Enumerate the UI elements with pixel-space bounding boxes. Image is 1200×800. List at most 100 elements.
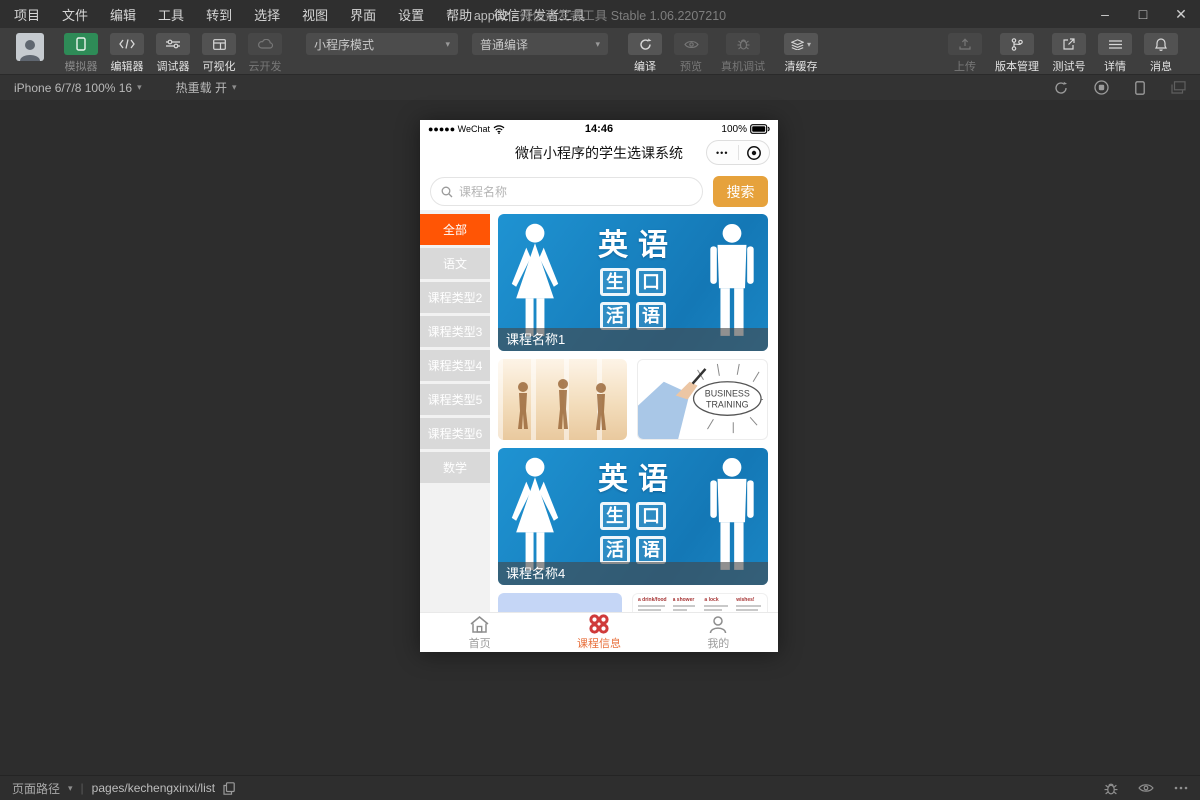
tab-home[interactable]: 首页 [420, 613, 539, 652]
category-type4[interactable]: 课程类型4 [420, 350, 490, 381]
chevron-down-icon: ▾ [445, 39, 450, 50]
menu-project[interactable]: 项目 [14, 5, 40, 24]
eye-icon[interactable] [1138, 783, 1154, 793]
menu-devtools[interactable]: 微信开发者工具 [494, 5, 585, 24]
editor-canvas: ●●●●● WeChat 14:46 100% 微信小程序的学生选课系统 ••• [0, 100, 1200, 775]
rotate-icon[interactable] [1054, 81, 1068, 95]
phone-icon [76, 37, 86, 51]
external-link-icon [1063, 38, 1075, 50]
course-card-3[interactable]: BUSINESS TRAINING [637, 359, 768, 440]
search-icon [441, 186, 453, 198]
svg-text:BUSINESS: BUSINESS [705, 389, 750, 399]
git-branch-icon [1011, 38, 1023, 51]
category-type3[interactable]: 课程类型3 [420, 316, 490, 347]
copy-icon[interactable] [223, 782, 235, 795]
exit-button[interactable] [739, 145, 770, 161]
menu-view[interactable]: 视图 [302, 5, 328, 24]
editor-toggle[interactable]: 编辑器 [104, 33, 150, 74]
business-training-art: BUSINESS TRAINING [638, 360, 767, 439]
close-button[interactable]: ✕ [1162, 0, 1200, 28]
menu-tools[interactable]: 工具 [158, 5, 184, 24]
record-icon[interactable] [1094, 80, 1109, 95]
tab-bar: 首页 课程信息 我的 [420, 612, 778, 652]
course-caption: 课程名称1 [498, 328, 768, 351]
multi-window-icon [1171, 81, 1186, 94]
code-icon [119, 39, 135, 49]
category-math[interactable]: 数学 [420, 452, 490, 483]
person-icon [19, 37, 41, 61]
menu-settings[interactable]: 设置 [398, 5, 424, 24]
category-type5[interactable]: 课程类型5 [420, 384, 490, 415]
device-select[interactable]: iPhone 6/7/8 100% 16 ▾ [14, 81, 142, 95]
remote-debug-button: 真机调试 [714, 33, 772, 74]
clover-grid-icon [588, 614, 610, 634]
home-icon [469, 615, 490, 634]
page-path-value: pages/kechengxinxi/list [92, 781, 215, 795]
category-chinese[interactable]: 语文 [420, 248, 490, 279]
tab-profile[interactable]: 我的 [659, 613, 778, 652]
svg-text:TRAINING: TRAINING [706, 399, 749, 409]
course-card-2[interactable] [498, 359, 627, 440]
menu-bar: 项目 文件 编辑 工具 转到 选择 视图 界面 设置 帮助 微信开发者工具 ap… [0, 0, 1200, 28]
upload-button: 上传 [942, 33, 988, 74]
target-icon [746, 145, 762, 161]
compile-button[interactable]: 编译 [622, 33, 668, 74]
user-avatar[interactable] [16, 33, 44, 61]
search-button[interactable]: 搜索 [713, 176, 768, 207]
hamburger-icon [1109, 40, 1122, 49]
status-footer: 页面路径 ▾ | pages/kechengxinxi/list [0, 775, 1200, 800]
details-button[interactable]: 详情 [1092, 33, 1138, 74]
menu-edit[interactable]: 编辑 [110, 5, 136, 24]
minimize-button[interactable]: – [1086, 0, 1124, 28]
course-cards: 英语 生 口 活 语 课程名称1 [490, 210, 778, 652]
battery-icon [750, 124, 770, 134]
menu-select[interactable]: 选择 [254, 5, 280, 24]
maximize-button[interactable]: □ [1124, 0, 1162, 28]
carrier-label: ●●●●● WeChat [428, 124, 490, 134]
menu-goto[interactable]: 转到 [206, 5, 232, 24]
bell-icon [1155, 38, 1167, 51]
hot-reload-toggle[interactable]: 热重载 开 ▾ [176, 79, 237, 96]
toolbar: 模拟器 编辑器 调试器 可视化 云开发 小程序模式 ▾ 普通编译 ▾ [0, 28, 1200, 74]
search-placeholder: 课程名称 [459, 183, 507, 200]
mode-select[interactable]: 小程序模式 ▾ [306, 33, 458, 55]
search-input[interactable]: 课程名称 [430, 177, 703, 206]
menu-help[interactable]: 帮助 [446, 5, 472, 24]
clear-cache-button[interactable]: ▾ 清缓存 [772, 33, 830, 74]
course-card-4[interactable]: 英语 生 口 活 语 课程名称4 [498, 448, 768, 585]
category-type6[interactable]: 课程类型6 [420, 418, 490, 449]
search-row: 课程名称 搜索 [420, 168, 778, 213]
wifi-icon [493, 125, 505, 134]
more-button[interactable]: ••• [707, 148, 738, 158]
battery-percent: 100% [721, 124, 747, 135]
course-caption: 课程名称4 [498, 562, 768, 585]
eye-icon [684, 40, 699, 49]
simulator-toggle[interactable]: 模拟器 [58, 33, 104, 74]
male-figure [706, 222, 758, 340]
messages-button[interactable]: 消息 [1138, 33, 1184, 74]
test-account-button[interactable]: 测试号 [1046, 33, 1092, 74]
menu-interface[interactable]: 界面 [350, 5, 376, 24]
version-manage-button[interactable]: 版本管理 [988, 33, 1046, 74]
course-card-1[interactable]: 英语 生 口 活 语 课程名称1 [498, 214, 768, 351]
cloud-icon [258, 39, 273, 49]
visualizer-toggle[interactable]: 可视化 [196, 33, 242, 74]
compile-mode-select[interactable]: 普通编译 ▾ [472, 33, 608, 55]
tab-course-info[interactable]: 课程信息 [539, 613, 658, 652]
more-dots-icon[interactable] [1174, 786, 1188, 790]
nav-bar: 微信小程序的学生选课系统 ••• [420, 138, 778, 168]
page-path-label[interactable]: 页面路径 [12, 780, 60, 797]
person-icon [708, 615, 728, 634]
device-frame-icon[interactable] [1135, 81, 1145, 95]
course-list-page: 全部 语文 课程类型2 课程类型3 课程类型4 课程类型5 课程类型6 数学 [420, 210, 778, 652]
yoga-figures [498, 359, 627, 440]
menu-file[interactable]: 文件 [62, 5, 88, 24]
debugger-toggle[interactable]: 调试器 [150, 33, 196, 74]
category-all[interactable]: 全部 [420, 214, 490, 245]
menu-items: 项目 文件 编辑 工具 转到 选择 视图 界面 设置 帮助 微信开发者工具 [0, 5, 585, 24]
bug-icon[interactable] [1104, 782, 1118, 795]
category-type2[interactable]: 课程类型2 [420, 282, 490, 313]
chevron-down-icon: ▾ [232, 82, 237, 93]
refresh-icon [639, 38, 652, 51]
chevron-down-icon[interactable]: ▾ [68, 783, 73, 794]
